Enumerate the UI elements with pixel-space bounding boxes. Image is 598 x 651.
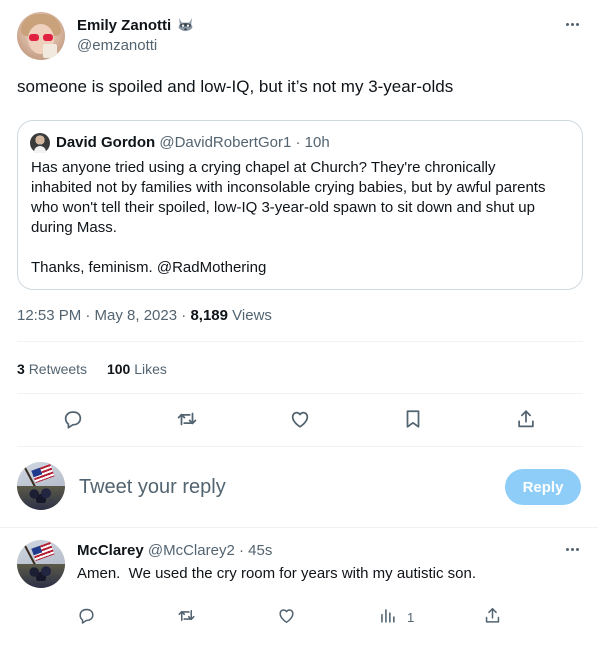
quoted-text-line: Has anyone tried using a crying chapel a… bbox=[31, 159, 496, 176]
quoted-text-line: inhabited not by families with inconsola… bbox=[31, 179, 546, 196]
quoted-author-handle[interactable]: @DavidRobertGor1 bbox=[159, 134, 291, 151]
likes-stat[interactable]: 100 Likes bbox=[107, 361, 167, 377]
divider bbox=[17, 341, 583, 342]
quoted-text-closing: Thanks, feminism. @RadMothering bbox=[31, 259, 267, 276]
user-avatar[interactable] bbox=[17, 462, 65, 510]
quoted-tweet[interactable]: David Gordon @DavidRobertGor1 · 10h Has … bbox=[17, 120, 583, 290]
reply-button[interactable]: Reply bbox=[505, 469, 581, 505]
engagement-stats: 3 Retweets 100 Likes bbox=[17, 361, 167, 377]
reply-icon[interactable] bbox=[62, 408, 84, 430]
quoted-tweet-header: David Gordon @DavidRobertGor1 · 10h bbox=[56, 134, 330, 151]
analytics-icon[interactable] bbox=[378, 606, 397, 625]
reply-icon[interactable] bbox=[77, 606, 96, 625]
raccoon-icon bbox=[178, 17, 193, 32]
more-horizontal-icon[interactable] bbox=[566, 23, 579, 26]
like-icon[interactable] bbox=[289, 408, 311, 430]
tweet-meta: 12:53 PM · May 8, 2023 · 8,189 Views bbox=[17, 307, 272, 324]
quoted-author-name[interactable]: David Gordon bbox=[56, 134, 155, 151]
reply-timestamp[interactable]: 45s bbox=[248, 542, 272, 559]
share-icon[interactable] bbox=[483, 606, 502, 625]
reply-text: Amen. We used the cry room for years wit… bbox=[77, 565, 477, 582]
reply-author-name[interactable]: McClarey bbox=[77, 542, 144, 559]
share-icon[interactable] bbox=[515, 408, 537, 430]
reply-author-avatar[interactable] bbox=[17, 540, 65, 588]
quoted-author-avatar[interactable] bbox=[30, 133, 50, 153]
tweet-timestamp[interactable]: 12:53 PM · May 8, 2023 bbox=[17, 307, 177, 324]
views-label: Views bbox=[232, 307, 272, 324]
quoted-timestamp[interactable]: 10h bbox=[305, 134, 330, 151]
more-horizontal-icon[interactable] bbox=[566, 548, 579, 551]
author-avatar[interactable] bbox=[17, 12, 65, 60]
reply-input[interactable]: Tweet your reply bbox=[79, 476, 226, 499]
reply-header: McClarey @McClarey2 · 45s bbox=[77, 542, 272, 559]
likes-label: Likes bbox=[134, 361, 167, 377]
retweets-label: Retweets bbox=[28, 361, 88, 377]
retweets-stat[interactable]: 3 Retweets bbox=[17, 361, 87, 377]
retweets-count: 3 bbox=[17, 361, 25, 377]
quoted-text-line: who won't tell their spoiled, low-IQ 3-y… bbox=[31, 199, 535, 216]
reply-views-count: 1 bbox=[407, 610, 415, 625]
author-handle[interactable]: @emzanotti bbox=[77, 37, 157, 54]
reply-separator: · bbox=[238, 542, 244, 559]
author-name[interactable]: Emily Zanotti bbox=[77, 17, 171, 34]
tweet-text: someone is spoiled and low-IQ, but it’s … bbox=[17, 77, 454, 96]
quoted-text-line: during Mass. bbox=[31, 219, 117, 236]
retweet-icon[interactable] bbox=[177, 606, 196, 625]
divider bbox=[17, 393, 583, 394]
like-icon[interactable] bbox=[277, 606, 296, 625]
bookmark-icon[interactable] bbox=[402, 408, 424, 430]
quoted-tweet-text: Has anyone tried using a crying chapel a… bbox=[31, 158, 576, 278]
reply-author-handle[interactable]: @McClarey2 bbox=[148, 542, 235, 559]
meta-separator: · bbox=[181, 307, 187, 324]
views-count: 8,189 bbox=[190, 307, 228, 324]
likes-count: 100 bbox=[106, 361, 131, 377]
divider bbox=[17, 446, 583, 447]
retweet-icon[interactable] bbox=[176, 408, 198, 430]
divider bbox=[0, 527, 598, 528]
quoted-separator: · bbox=[295, 134, 301, 151]
